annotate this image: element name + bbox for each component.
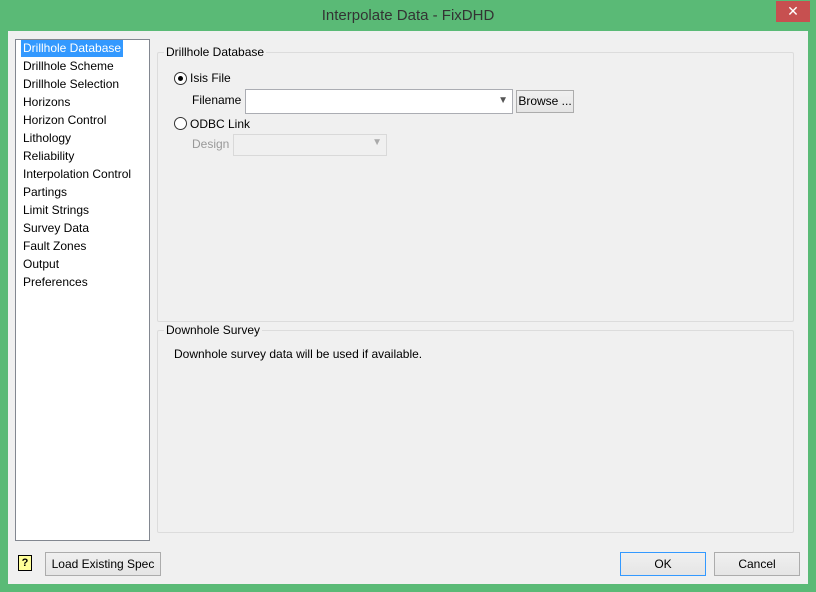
odbc-link-label: ODBC Link xyxy=(190,117,251,131)
filename-combo[interactable]: ▼ xyxy=(245,89,513,114)
chevron-down-icon: ▼ xyxy=(372,137,382,148)
design-label: Design xyxy=(192,137,230,151)
browse-button[interactable]: Browse ... xyxy=(516,90,574,113)
design-combo[interactable]: ▼ xyxy=(233,134,387,156)
isis-file-radio[interactable] xyxy=(174,72,187,85)
nav-item[interactable]: Preferences xyxy=(21,274,90,291)
window-title: Interpolate Data - FixDHD xyxy=(321,7,495,24)
isis-file-label: Isis File xyxy=(190,71,231,85)
odbc-link-radio[interactable] xyxy=(174,117,187,130)
load-existing-spec-button[interactable]: Load Existing Spec xyxy=(45,552,161,576)
nav-item[interactable]: Output xyxy=(21,256,61,273)
filename-label: Filename xyxy=(192,93,242,107)
ok-button[interactable]: OK xyxy=(620,552,706,576)
nav-item[interactable]: Partings xyxy=(21,184,69,201)
nav-item[interactable]: Survey Data xyxy=(21,220,91,237)
drillhole-database-legend: Drillhole Database xyxy=(164,45,267,59)
cancel-button[interactable]: Cancel xyxy=(714,552,800,576)
downhole-survey-text: Downhole survey data will be used if ava… xyxy=(174,347,423,361)
downhole-survey-legend: Downhole Survey xyxy=(164,323,263,337)
nav-item[interactable]: Lithology xyxy=(21,130,73,147)
nav-item[interactable]: Interpolation Control xyxy=(21,166,133,183)
nav-item[interactable]: Fault Zones xyxy=(21,238,88,255)
section-list[interactable]: Drillhole Database Drillhole Scheme Dril… xyxy=(15,39,150,541)
help-icon[interactable]: ? xyxy=(18,555,32,571)
dialog-client: Drillhole Database Drillhole Scheme Dril… xyxy=(8,31,808,584)
nav-item[interactable]: Drillhole Scheme xyxy=(21,58,116,75)
nav-item[interactable]: Drillhole Selection xyxy=(21,76,121,93)
nav-item[interactable]: Reliability xyxy=(21,148,76,165)
nav-item-drillhole-database[interactable]: Drillhole Database xyxy=(21,40,124,57)
nav-item[interactable]: Horizons xyxy=(21,94,72,111)
close-button[interactable]: ✕ xyxy=(776,1,810,22)
nav-item[interactable]: Limit Strings xyxy=(21,202,91,219)
nav-item[interactable]: Horizon Control xyxy=(21,112,108,129)
chevron-down-icon[interactable]: ▼ xyxy=(498,95,508,106)
